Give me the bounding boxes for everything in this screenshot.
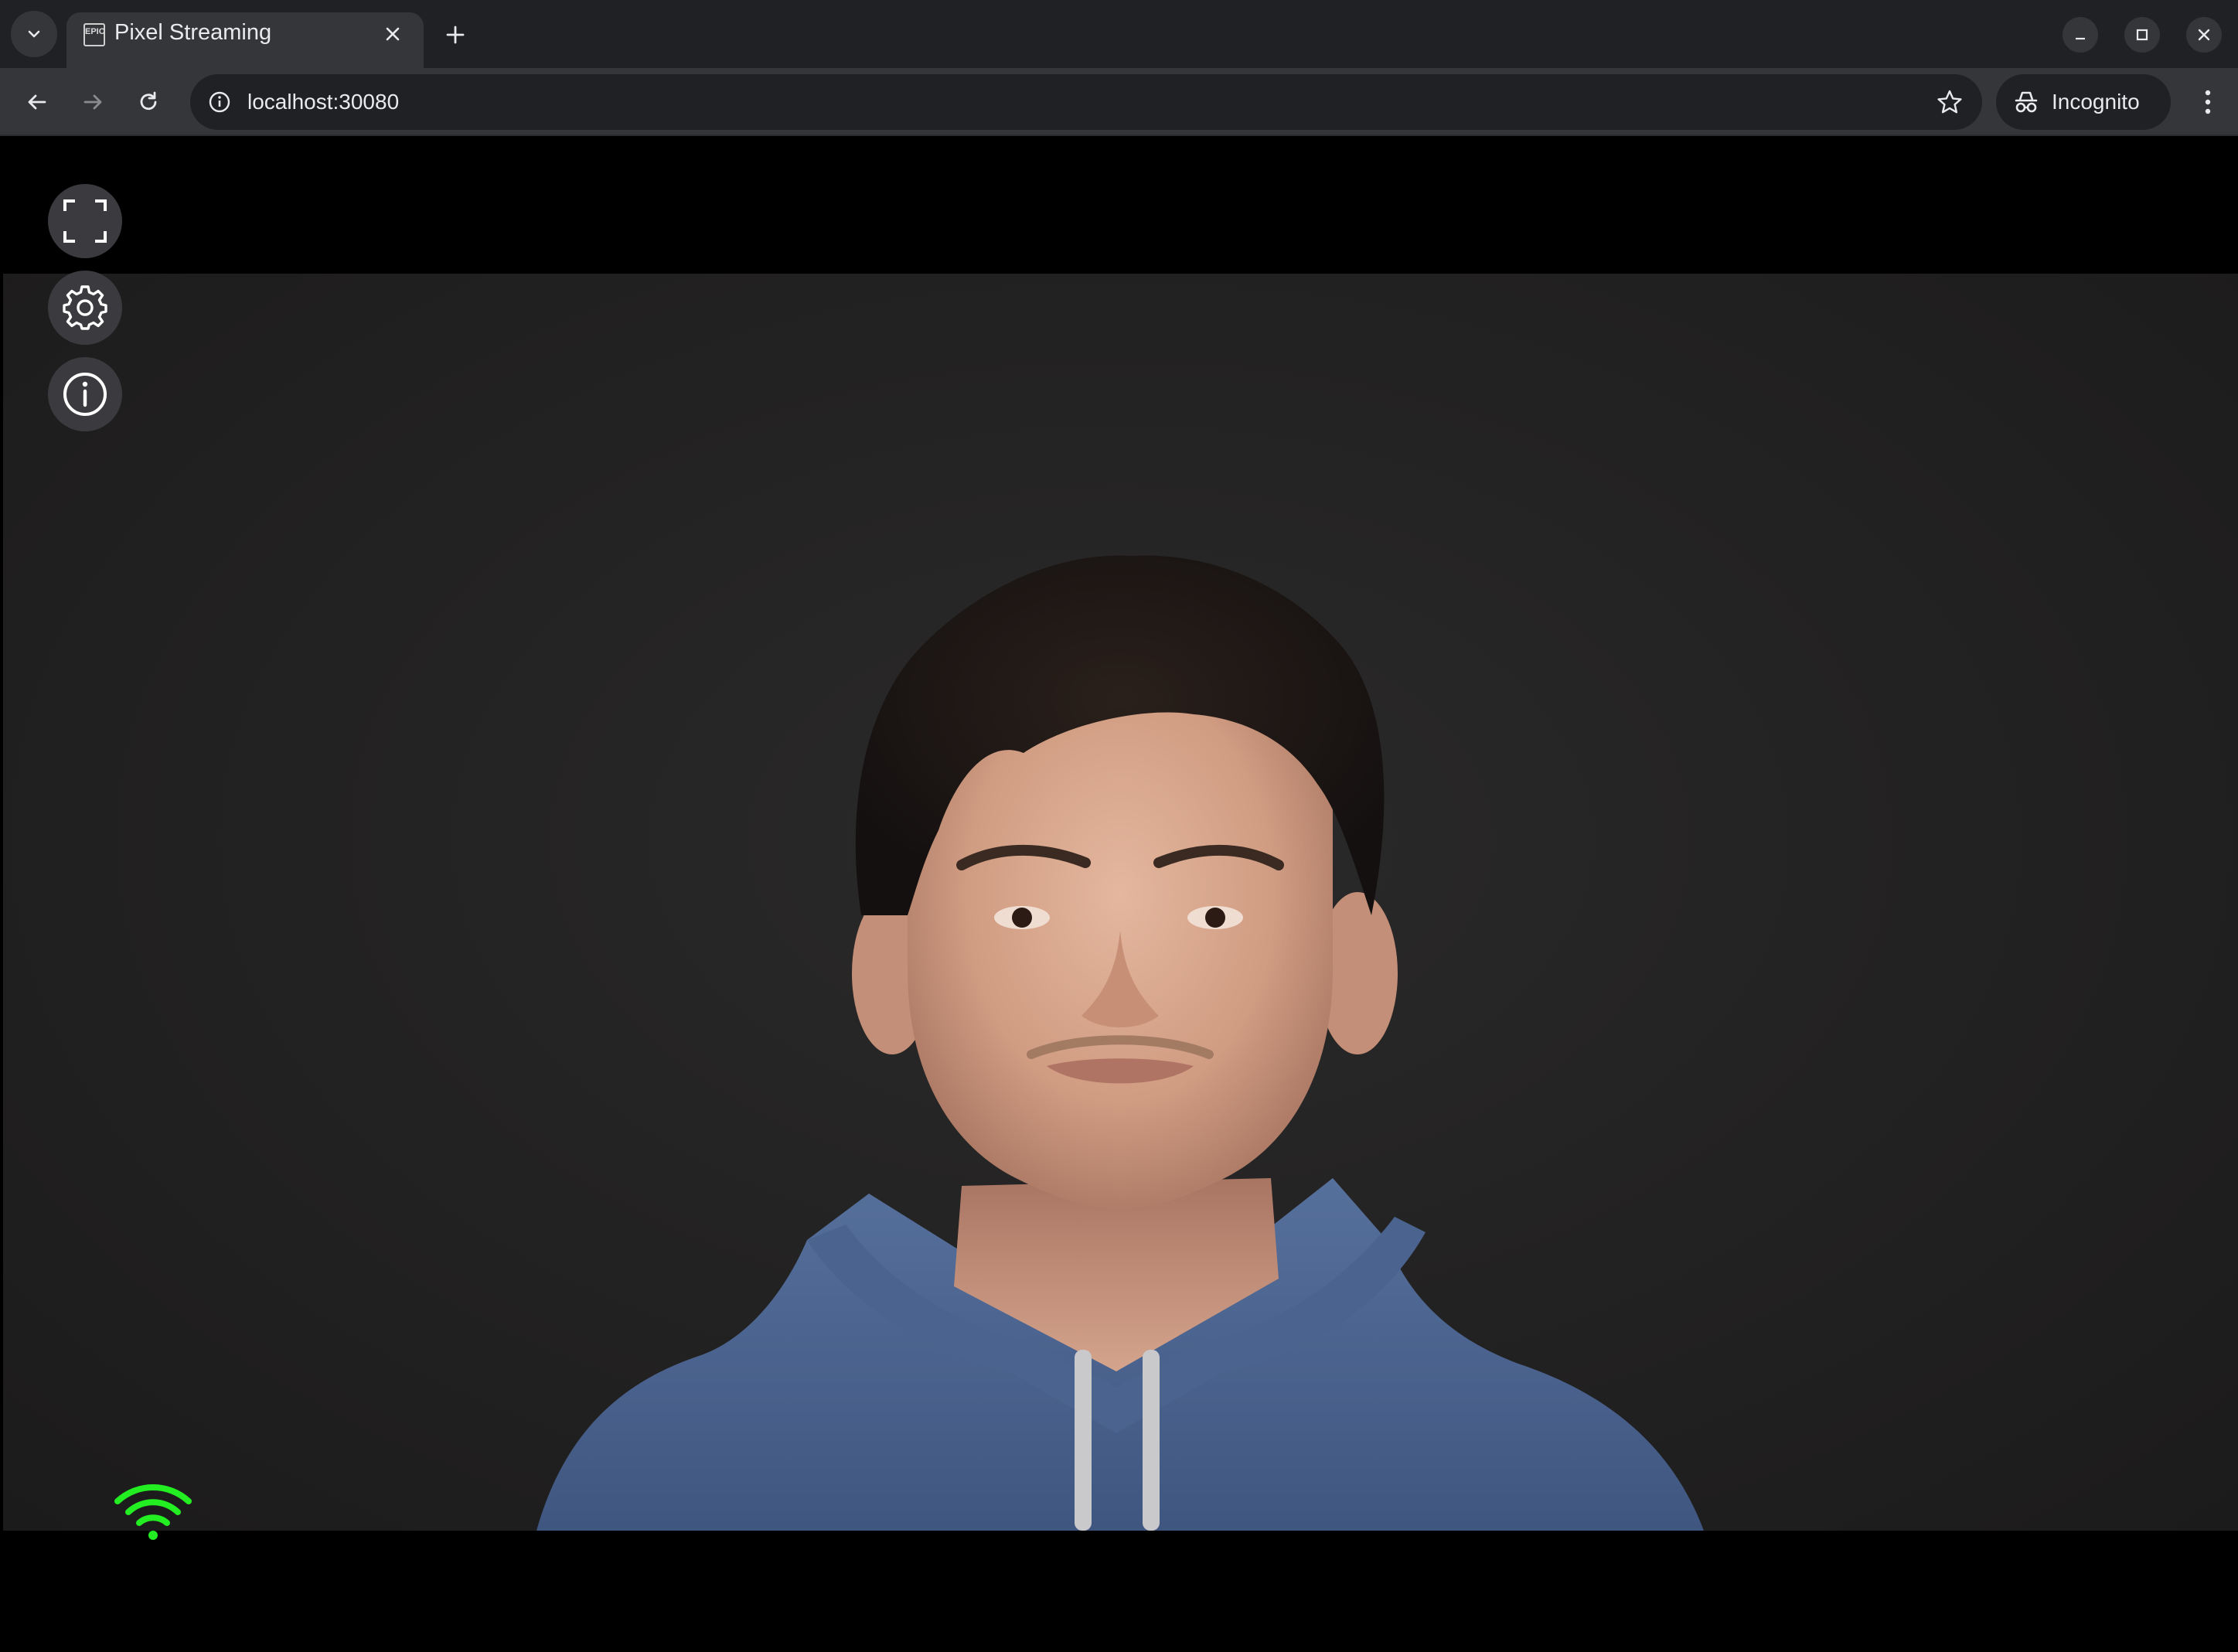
close-icon: [386, 27, 400, 41]
arrow-forward-icon: [83, 94, 102, 110]
video-stream[interactable]: [3, 274, 2238, 1531]
bookmark-button[interactable]: [1934, 87, 1965, 118]
info-icon: [63, 373, 107, 416]
arrow-back-icon: [28, 94, 46, 110]
info-button[interactable]: [48, 357, 122, 431]
wifi-bar-3: [125, 1499, 181, 1515]
back-button[interactable]: [19, 83, 56, 121]
chevron-down-icon: [28, 30, 40, 38]
window-maximize-button[interactable]: [2124, 17, 2160, 53]
settings-button[interactable]: [48, 271, 122, 345]
address-bar[interactable]: localhost:30080: [190, 74, 1982, 130]
fullscreen-button[interactable]: [48, 184, 122, 258]
reload-icon: [140, 91, 157, 111]
tab-title: Pixel Streaming: [114, 20, 272, 45]
pixel-streaming-player: [0, 138, 2238, 1652]
incognito-label: Incognito: [2052, 90, 2140, 114]
epic-games-icon: EPIC: [83, 23, 105, 46]
browser-menu-button[interactable]: [2189, 82, 2226, 122]
kebab-menu-icon: [2205, 90, 2211, 114]
fullscreen-icon: [63, 199, 107, 243]
tab-close-button[interactable]: [377, 19, 408, 49]
url-text[interactable]: localhost:30080: [247, 90, 399, 114]
window-minimize-button[interactable]: [2063, 17, 2098, 53]
browser-tab-strip: EPIC Pixel Streaming: [0, 0, 2238, 68]
wifi-icon[interactable]: [113, 1480, 193, 1545]
reload-button[interactable]: [130, 83, 167, 121]
forward-button[interactable]: [74, 83, 111, 121]
window-close-button[interactable]: [2186, 17, 2222, 53]
star-icon: [1937, 90, 1962, 114]
wifi-bar-2: [136, 1514, 170, 1526]
active-tab[interactable]: EPIC Pixel Streaming: [66, 12, 424, 68]
site-info-button[interactable]: [206, 88, 233, 116]
browser-toolbar: localhost:30080 Incognito: [0, 68, 2238, 136]
plus-icon: [446, 26, 465, 44]
incognito-icon: [2015, 91, 2038, 113]
maximize-icon: [2136, 29, 2148, 41]
minimize-icon: [2076, 37, 2085, 40]
incognito-profile-button[interactable]: Incognito: [1996, 74, 2171, 130]
new-tab-button[interactable]: [438, 17, 473, 53]
wifi-bar-1: [148, 1531, 158, 1540]
avatar-video: [537, 555, 1704, 1531]
close-icon: [2198, 29, 2210, 41]
info-circle-icon: [209, 91, 230, 113]
tab-search-button[interactable]: [11, 11, 57, 57]
gear-icon: [63, 285, 107, 330]
